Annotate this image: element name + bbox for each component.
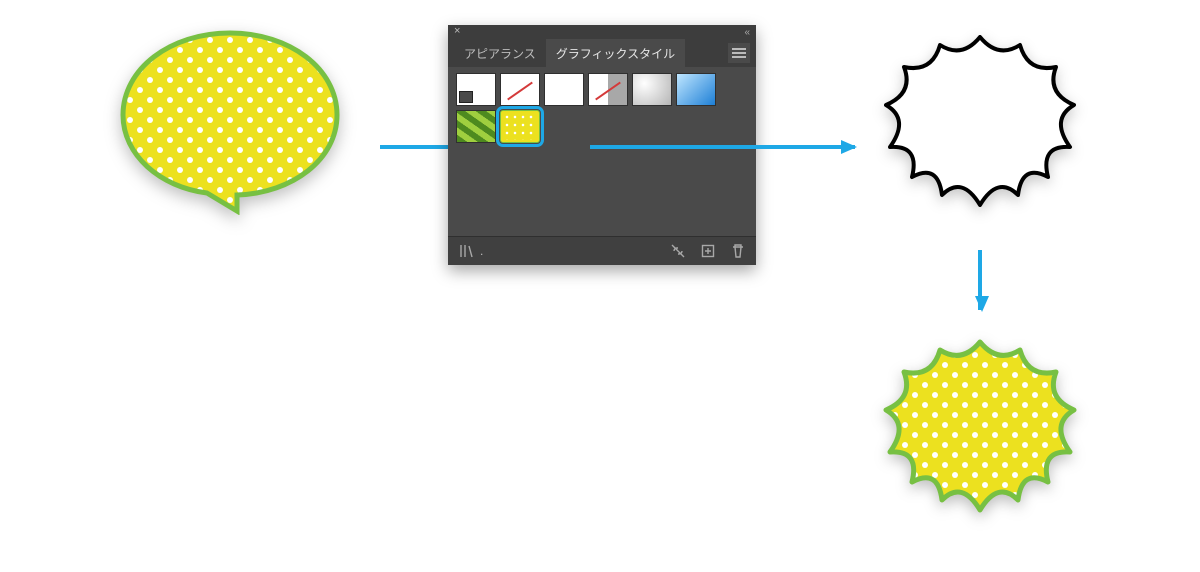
style-swatches (448, 67, 756, 153)
panel-titlebar[interactable]: × « (448, 25, 756, 39)
panel-menu-icon[interactable] (728, 43, 750, 63)
tab-graphic-styles[interactable]: グラフィックスタイル (546, 39, 685, 67)
style-soft-shadow[interactable] (632, 73, 672, 106)
target-shape-before (870, 25, 1090, 225)
style-default[interactable] (456, 73, 496, 106)
panel-tabs: アピアランス グラフィックスタイル (448, 39, 756, 67)
close-icon[interactable]: × (454, 25, 460, 37)
library-icon[interactable] (458, 243, 474, 259)
collapse-icon[interactable]: « (744, 27, 750, 38)
style-half[interactable] (588, 73, 628, 106)
tab-appearance[interactable]: アピアランス (454, 39, 546, 67)
panel-footer: . (448, 236, 756, 265)
source-speech-bubble (115, 25, 345, 215)
style-green-stripes[interactable] (456, 110, 496, 143)
style-yellow-polkadot[interactable] (500, 110, 540, 143)
target-shape-after (870, 330, 1090, 530)
footer-dot: . (480, 244, 483, 258)
arrow-before-to-after (978, 250, 982, 310)
new-style-icon[interactable] (700, 243, 716, 259)
arrow-panel-to-target (590, 145, 855, 149)
style-nofill1[interactable] (500, 73, 540, 106)
style-blue-gradient[interactable] (676, 73, 716, 106)
style-white[interactable] (544, 73, 584, 106)
delete-icon[interactable] (730, 243, 746, 259)
break-link-icon[interactable] (670, 243, 686, 259)
